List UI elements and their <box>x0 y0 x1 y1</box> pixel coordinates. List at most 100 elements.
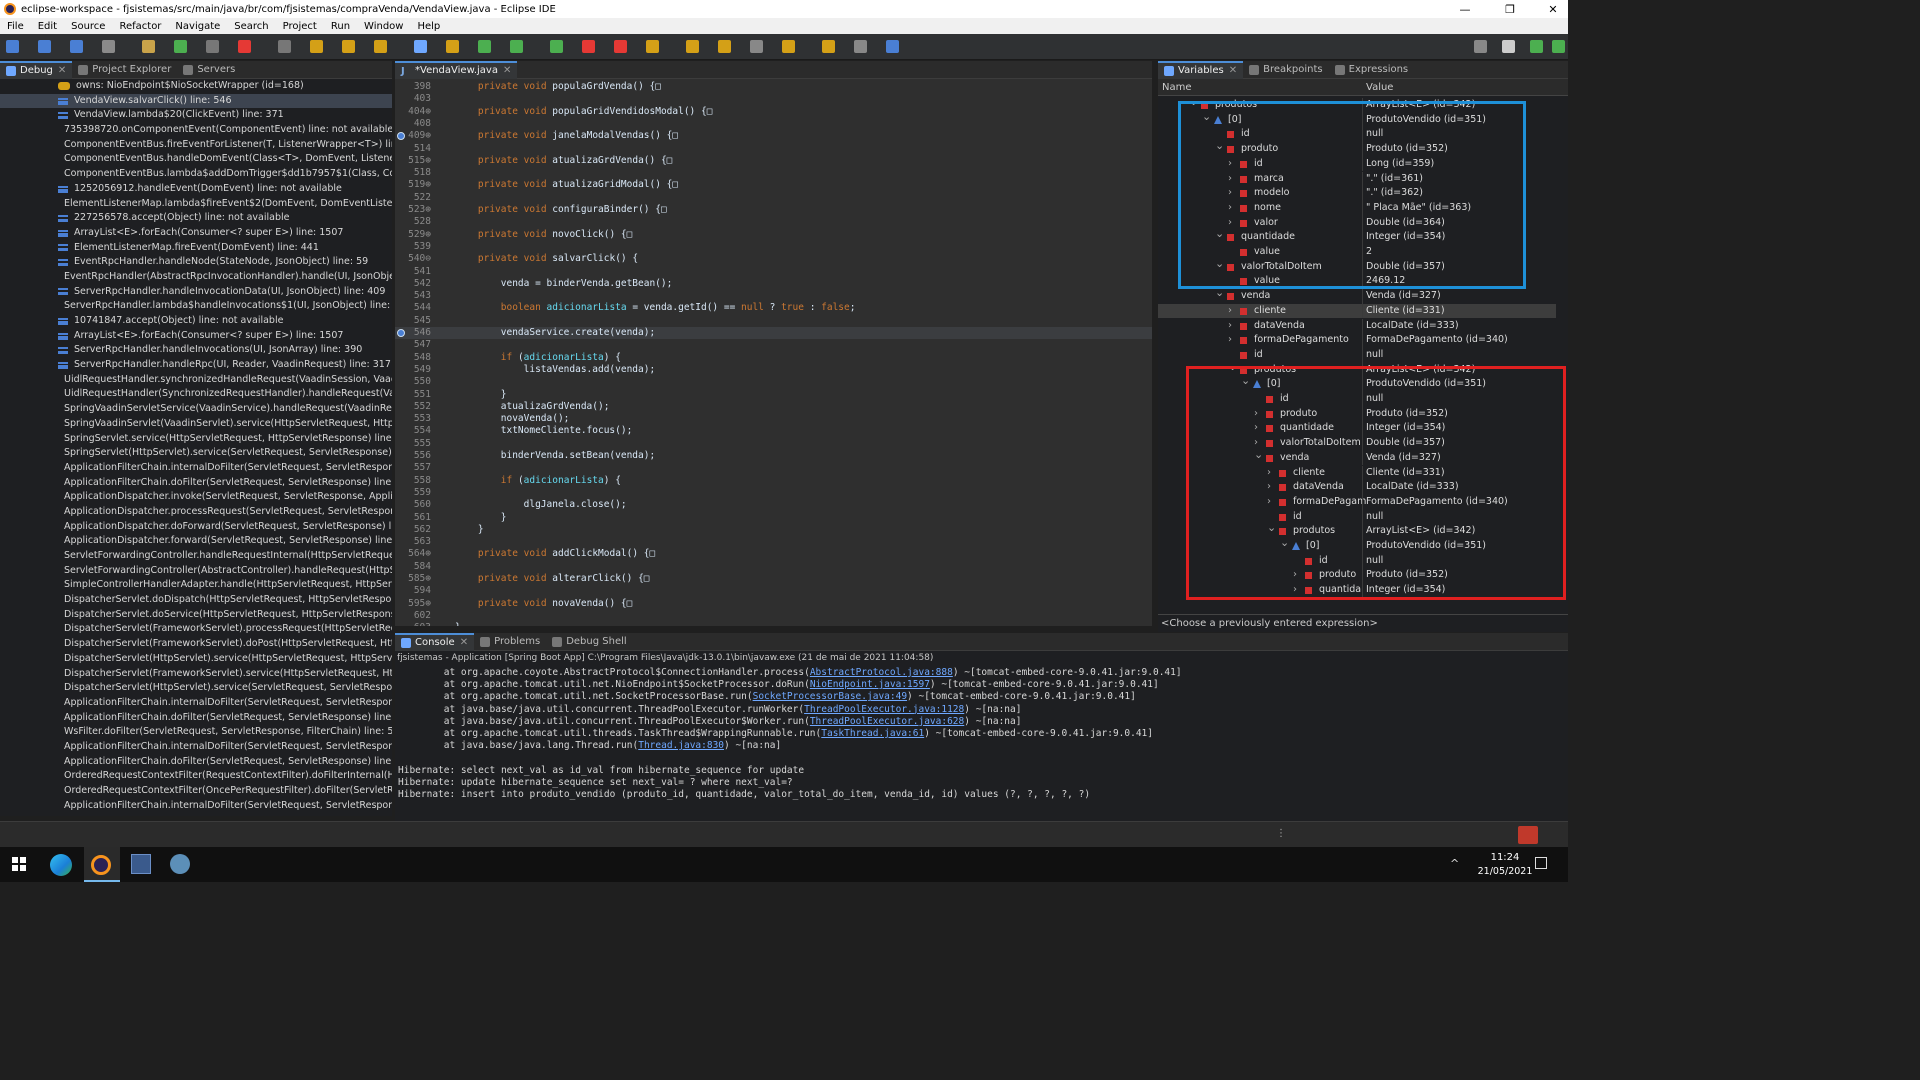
variable-row[interactable]: › cliente Cliente (id=331) <box>1158 303 1556 319</box>
code-line[interactable]: 539 <box>395 241 1152 253</box>
stack-frame[interactable]: ApplicationFilterChain.internalDoFilter(… <box>0 461 392 476</box>
code-line[interactable]: 595⊕ private void novaVenda() {□ <box>395 598 1152 610</box>
stack-frame[interactable]: OrderedRequestContextFilter(OncePerReque… <box>0 784 392 799</box>
perspective-icon[interactable] <box>886 40 899 53</box>
menu-refactor[interactable]: Refactor <box>112 21 168 32</box>
stack-frame[interactable]: ArrayList<E>.forEach(Consumer<? super E>… <box>0 329 392 344</box>
stack-frame[interactable]: 10741847.accept(Object) line: not availa… <box>0 314 392 329</box>
stack-frame[interactable]: ServerRpcHandler.handleInvocationData(UI… <box>0 285 392 300</box>
notification-icon[interactable] <box>1518 826 1538 844</box>
windows-start-icon[interactable] <box>12 857 26 871</box>
stack-frame[interactable]: EventRpcHandler(AbstractRpcInvocationHan… <box>0 270 392 285</box>
variable-row[interactable]: ⌄ venda Venda (id=327) <box>1158 286 1556 304</box>
code-line[interactable]: 544 boolean adicionarLista = venda.getId… <box>395 302 1152 314</box>
tab-vendaview-java[interactable]: J *VendaView.java ✕ <box>395 60 518 79</box>
code-line[interactable]: 519⊕ private void atualizaGridModal() {□ <box>395 179 1152 191</box>
open-perspective-icon[interactable] <box>1502 40 1515 53</box>
tab-console[interactable]: Console ✕ <box>395 632 475 651</box>
stack-frame[interactable]: owns: NioEndpoint$NioSocketWrapper (id=1… <box>0 79 392 94</box>
code-line[interactable]: 550 <box>395 376 1152 388</box>
stacktrace-link[interactable]: ThreadPoolExecutor.java:1128 <box>804 704 964 715</box>
coverage-icon[interactable] <box>582 40 595 53</box>
code-line[interactable]: 554 txtNomeCliente.focus(); <box>395 425 1152 437</box>
code-line[interactable]: 557 <box>395 462 1152 474</box>
stack-frame[interactable]: WsFilter.doFilter(ServletRequest, Servle… <box>0 725 392 740</box>
new-icon[interactable] <box>6 40 19 53</box>
code-line[interactable]: 528 <box>395 216 1152 228</box>
save-all-icon[interactable] <box>70 40 83 53</box>
close-tab-icon[interactable]: ✕ <box>58 65 66 76</box>
code-editor[interactable]: 398 private void populaGrdVenda() {□ 403 4… <box>395 79 1152 626</box>
menu-navigate[interactable]: Navigate <box>168 21 227 32</box>
stack-frame[interactable]: ComponentEventBus.lambda$addDomTrigger$d… <box>0 167 392 182</box>
code-line[interactable]: 552 atualizaGrdVenda(); <box>395 401 1152 413</box>
stack-frame[interactable]: DispatcherServlet(HttpServlet).service(S… <box>0 681 392 696</box>
close-tab-icon[interactable]: ✕ <box>503 65 511 76</box>
tab-expressions[interactable]: Expressions <box>1329 61 1415 79</box>
stack-frame[interactable]: ServerRpcHandler.handleInvocations(UI, J… <box>0 343 392 358</box>
expand-chevron-icon[interactable]: › <box>1228 333 1232 348</box>
code-line[interactable]: 594 <box>395 585 1152 597</box>
code-line[interactable]: 556 binderVenda.setBean(venda); <box>395 450 1152 462</box>
status-more-icon[interactable]: ⋮ <box>1276 828 1286 839</box>
edge-browser-icon[interactable] <box>50 854 72 876</box>
stack-frame[interactable]: 1252056912.handleEvent(DomEvent) line: n… <box>0 182 392 197</box>
breakpoint-icon[interactable] <box>397 329 405 337</box>
code-line[interactable]: 547 <box>395 339 1152 351</box>
new-package-icon[interactable] <box>646 40 659 53</box>
tray-chevron-icon[interactable]: ^ <box>1450 857 1459 870</box>
skip-breakpoints-icon[interactable] <box>142 40 155 53</box>
stack-frame[interactable]: ComponentEventBus.fireEventForListener(T… <box>0 138 392 153</box>
stacktrace-link[interactable]: TaskThread.java:61 <box>821 728 924 739</box>
stack-frame[interactable]: DispatcherServlet.doService(HttpServletR… <box>0 608 392 623</box>
menu-edit[interactable]: Edit <box>31 21 64 32</box>
next-annotation-icon[interactable] <box>822 40 835 53</box>
debug-icon[interactable] <box>478 40 491 53</box>
tab-breakpoints[interactable]: Breakpoints <box>1243 61 1329 79</box>
code-line[interactable]: 602 <box>395 610 1152 622</box>
stack-frame[interactable]: ServerRpcHandler.lambda$handleInvocation… <box>0 299 392 314</box>
code-line[interactable]: 409⊕ private void janelaModalVendas() {□ <box>395 130 1152 142</box>
new-class-icon[interactable] <box>686 40 699 53</box>
expression-input[interactable]: <Choose a previously entered expression> <box>1158 614 1568 632</box>
code-line[interactable]: 522 <box>395 192 1152 204</box>
stack-frame[interactable]: 735398720.onComponentEvent(ComponentEven… <box>0 123 392 138</box>
stack-frame[interactable]: ApplicationFilterChain.internalDoFilter(… <box>0 799 392 814</box>
code-line[interactable]: 398 private void populaGrdVenda() {□ <box>395 81 1152 93</box>
code-line[interactable]: 518 <box>395 167 1152 179</box>
code-line[interactable]: 559 <box>395 487 1152 499</box>
menu-project[interactable]: Project <box>276 21 324 32</box>
stack-frame[interactable]: UidlRequestHandler.synchronizedHandleReq… <box>0 373 392 388</box>
disconnect-icon[interactable] <box>278 40 291 53</box>
stack-frame[interactable]: EventRpcHandler.handleNode(StateNode, Js… <box>0 255 392 270</box>
external-tools-icon[interactable] <box>550 40 563 53</box>
stack-frame[interactable]: SpringServlet(HttpServlet).service(Servl… <box>0 446 392 461</box>
code-line[interactable]: 546 vendaService.create(venda); <box>395 327 1152 340</box>
stack-frame[interactable]: ServletForwardingController(AbstractCont… <box>0 564 392 579</box>
menu-source[interactable]: Source <box>64 21 112 32</box>
stack-frame[interactable]: DispatcherServlet(FrameworkServlet).doPo… <box>0 637 392 652</box>
terminate-icon[interactable] <box>238 40 251 53</box>
stack-frame[interactable]: ApplicationFilterChain.doFilter(ServletR… <box>0 755 392 770</box>
quick-access-search-icon[interactable] <box>1474 40 1487 53</box>
debug-stack-tree[interactable]: owns: NioEndpoint$NioSocketWrapper (id=1… <box>0 79 392 816</box>
use-step-filters-icon[interactable] <box>446 40 459 53</box>
stack-frame[interactable]: 227256578.accept(Object) line: not avail… <box>0 211 392 226</box>
print-icon[interactable] <box>102 40 115 53</box>
variable-row[interactable]: id null <box>1158 347 1556 363</box>
tab-debug-shell[interactable]: Debug Shell <box>546 633 632 651</box>
pycharm-icon[interactable] <box>170 854 190 874</box>
code-line[interactable]: 514 <box>395 143 1152 155</box>
save-icon[interactable] <box>38 40 51 53</box>
tab-debug[interactable]: Debug ✕ <box>0 60 73 79</box>
stack-frame[interactable]: SpringVaadinServletService(VaadinService… <box>0 402 392 417</box>
code-line[interactable]: 541 <box>395 266 1152 278</box>
stack-frame[interactable]: ArrayList<E>.forEach(Consumer<? super E>… <box>0 226 392 241</box>
stack-frame[interactable]: ServerRpcHandler.handleRpc(UI, Reader, V… <box>0 358 392 373</box>
stack-frame[interactable]: DispatcherServlet(FrameworkServlet).proc… <box>0 622 392 637</box>
menu-help[interactable]: Help <box>410 21 447 32</box>
code-line[interactable]: 545 <box>395 315 1152 327</box>
menu-file[interactable]: File <box>0 21 31 32</box>
code-line[interactable]: 548 if (adicionarLista) { <box>395 352 1152 364</box>
stacktrace-link[interactable]: Thread.java:830 <box>638 740 724 751</box>
